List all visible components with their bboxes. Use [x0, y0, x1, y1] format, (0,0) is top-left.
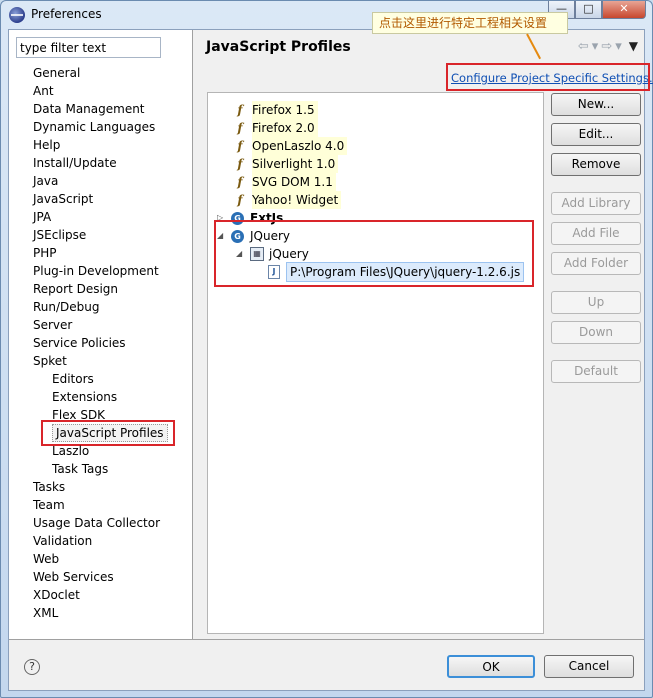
library-icon: ▦ — [250, 247, 264, 261]
nav-item[interactable]: Data Management — [33, 100, 145, 118]
tree-node-label: JQuery — [250, 229, 291, 243]
tree-node-label: P:\Program Files\JQuery\jquery-1.2.6.js — [286, 262, 525, 282]
default-button[interactable]: Default — [551, 360, 641, 383]
profile-item[interactable]: f OpenLaszlo 4.0 — [232, 137, 348, 155]
maximize-button[interactable]: □ — [575, 1, 602, 19]
nav-item[interactable]: JavaScript — [33, 190, 93, 208]
profile-label: Silverlight 1.0 — [252, 155, 339, 173]
function-icon: f — [237, 157, 243, 171]
nav-item[interactable]: Flex SDK — [52, 406, 105, 424]
nav-item[interactable]: Tasks — [33, 478, 65, 496]
dialog-client: GeneralAntData ManagementDynamic Languag… — [8, 12, 653, 691]
expand-icon[interactable]: ▷ — [217, 209, 227, 227]
back-arrow-icon[interactable]: ⇦ — [578, 39, 589, 54]
nav-item[interactable]: Plug-in Development — [33, 262, 159, 280]
forward-dropdown-icon[interactable]: ▾ — [615, 39, 622, 54]
add-library-button[interactable]: Add Library — [551, 192, 641, 215]
edit-button[interactable]: Edit... — [551, 123, 641, 146]
function-icon: f — [237, 103, 243, 117]
nav-item[interactable]: Web — [33, 550, 59, 568]
preferences-window: Preferences — □ ✕ GeneralAntData Managem… — [0, 0, 653, 698]
preference-page: JavaScript Profiles ⇦ ▾ ⇨ ▾ ▼ 点击这里进行特定工程… — [194, 12, 653, 639]
remove-button[interactable]: Remove — [551, 153, 641, 176]
nav-item[interactable]: Server — [33, 316, 72, 334]
tree-node-jquery-library[interactable]: ◢ ▦ jQuery — [236, 245, 309, 263]
tree-node-extjs[interactable]: ▷ G ExtJs — [217, 209, 283, 227]
profile-item[interactable]: f Yahoo! Widget — [232, 191, 342, 209]
nav-item[interactable]: Editors — [52, 370, 94, 388]
profile-label: SVG DOM 1.1 — [252, 173, 336, 191]
function-icon: f — [237, 121, 243, 135]
nav-item[interactable]: Install/Update — [33, 154, 117, 172]
nav-item[interactable]: Spket — [33, 352, 67, 370]
tree-node-label: jQuery — [269, 247, 309, 261]
profile-item[interactable]: f SVG DOM 1.1 — [232, 173, 336, 191]
profile-label: Firefox 1.5 — [252, 101, 318, 119]
preference-nav-pane: GeneralAntData ManagementDynamic Languag… — [9, 30, 193, 639]
page-navigation: ⇦ ▾ ⇨ ▾ ▼ — [578, 39, 638, 54]
nav-item[interactable]: PHP — [33, 244, 57, 262]
collapse-icon[interactable]: ◢ — [217, 227, 227, 245]
ok-button[interactable]: OK — [447, 655, 535, 678]
back-dropdown-icon[interactable]: ▾ — [592, 39, 599, 54]
nav-item[interactable]: Extensions — [52, 388, 117, 406]
profile-label: Firefox 2.0 — [252, 119, 318, 137]
js-file-icon: J — [268, 265, 280, 279]
function-icon: f — [237, 193, 243, 207]
nav-item[interactable]: Task Tags — [52, 460, 108, 478]
add-folder-button[interactable]: Add Folder — [551, 252, 641, 275]
profile-item[interactable]: f Firefox 1.5 — [232, 101, 318, 119]
nav-item[interactable]: XML — [33, 604, 58, 622]
profile-group-icon: G — [231, 229, 244, 243]
view-menu-icon[interactable]: ▼ — [629, 39, 638, 54]
close-button[interactable]: ✕ — [602, 1, 646, 19]
page-title: JavaScript Profiles — [206, 39, 351, 55]
function-icon: f — [237, 175, 243, 189]
tree-node-jquery-profile[interactable]: ◢ G JQuery — [217, 227, 290, 245]
eclipse-icon — [9, 7, 25, 23]
nav-item[interactable]: Usage Data Collector — [33, 514, 160, 532]
tree-node-label: ExtJs — [250, 211, 284, 225]
nav-item[interactable]: Dynamic Languages — [33, 118, 155, 136]
nav-item[interactable]: Help — [33, 136, 60, 154]
profile-item[interactable]: f Silverlight 1.0 — [232, 155, 339, 173]
forward-arrow-icon[interactable]: ⇨ — [601, 39, 612, 54]
nav-item[interactable]: Java — [33, 172, 58, 190]
dialog-separator — [9, 639, 644, 640]
new-button[interactable]: New... — [551, 93, 641, 116]
nav-item[interactable]: General — [33, 64, 80, 82]
configure-project-settings-link[interactable]: Configure Project Specific Settings... — [451, 71, 653, 85]
annotation-callout: 点击这里进行特定工程相关设置 — [372, 12, 568, 34]
cancel-button[interactable]: Cancel — [544, 655, 634, 678]
nav-item[interactable]: Report Design — [33, 280, 118, 298]
nav-item[interactable]: Web Services — [33, 568, 114, 586]
filter-input[interactable] — [16, 37, 161, 58]
nav-item[interactable]: Service Policies — [33, 334, 126, 352]
nav-item[interactable]: JPA — [33, 208, 51, 226]
profile-group-icon: G — [231, 211, 244, 225]
function-icon: f — [237, 139, 243, 153]
callout-pointer — [526, 33, 542, 60]
add-file-button[interactable]: Add File — [551, 222, 641, 245]
nav-item[interactable]: Validation — [33, 532, 92, 550]
nav-item[interactable]: Run/Debug — [33, 298, 100, 316]
nav-item[interactable]: Ant — [33, 82, 54, 100]
nav-item[interactable]: XDoclet — [33, 586, 80, 604]
help-icon[interactable]: ? — [24, 659, 40, 675]
nav-item[interactable]: JavaScript Profiles — [52, 424, 168, 442]
window-title: Preferences — [31, 7, 102, 21]
up-button[interactable]: Up — [551, 291, 641, 314]
profile-label: Yahoo! Widget — [252, 191, 342, 209]
collapse-icon[interactable]: ◢ — [236, 245, 246, 263]
nav-item[interactable]: Laszlo — [52, 442, 89, 460]
nav-item[interactable]: JSEclipse — [33, 226, 86, 244]
tree-node-jquery-file[interactable]: J P:\Program Files\JQuery\jquery-1.2.6.j… — [268, 262, 525, 282]
down-button[interactable]: Down — [551, 321, 641, 344]
profile-label: OpenLaszlo 4.0 — [252, 137, 348, 155]
profile-tree[interactable]: f Firefox 1.5 f Firefox 2.0 f OpenLaszlo 4.0 f… — [207, 92, 544, 634]
profile-item[interactable]: f Firefox 2.0 — [232, 119, 318, 137]
nav-item[interactable]: Team — [33, 496, 65, 514]
